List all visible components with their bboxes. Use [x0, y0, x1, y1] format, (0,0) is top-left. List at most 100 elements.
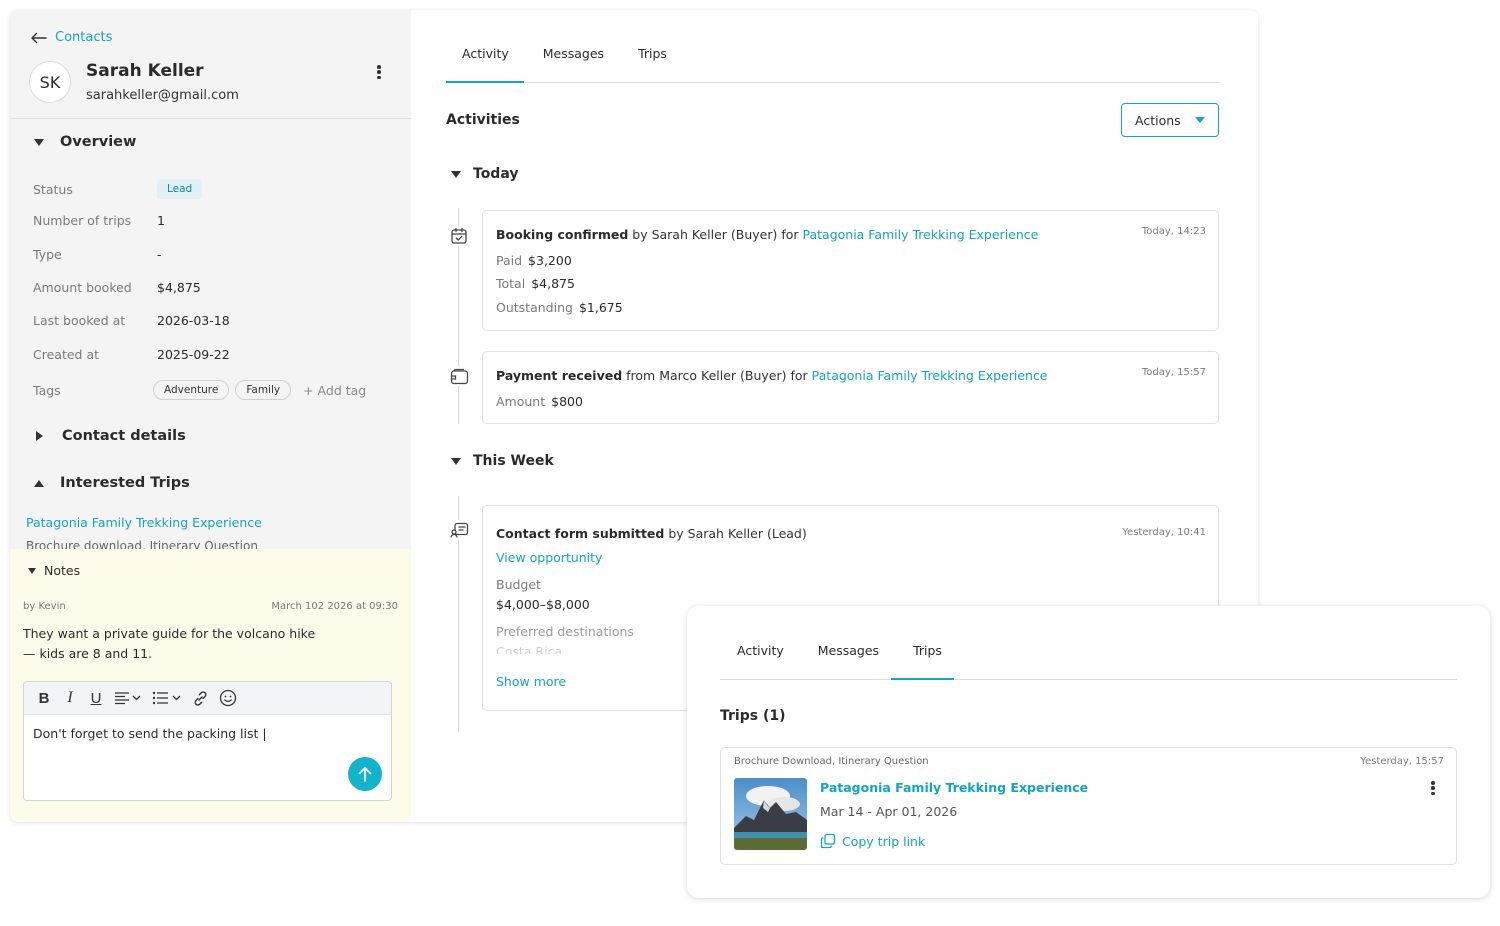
caret-right-icon	[36, 431, 43, 441]
emoji-icon	[219, 689, 237, 707]
tab-activity[interactable]: Activity	[737, 643, 784, 658]
activity-tabs: Activity Messages Trips	[462, 46, 667, 61]
trip-name-link[interactable]: Patagonia Family Trekking Experience	[820, 780, 1088, 795]
activity-trip-link[interactable]: Patagonia Family Trekking Experience	[803, 227, 1039, 242]
caret-down-icon	[28, 567, 36, 574]
detail-paid: Paid $3,200	[496, 253, 572, 268]
detail-value: $3,200	[528, 253, 572, 268]
link-icon	[194, 690, 207, 706]
underline-button[interactable]: U	[88, 690, 104, 707]
align-left-icon	[115, 692, 141, 705]
trip-time: Yesterday, 15:57	[1360, 756, 1444, 767]
activity-actor: from Marco Keller (Buyer) for	[626, 368, 808, 383]
list-dropdown[interactable]	[152, 691, 182, 705]
group-this-week-toggle[interactable]: This Week	[451, 453, 554, 469]
detail-outstanding: Outstanding $1,675	[496, 300, 623, 315]
contact-details-title: Contact details	[62, 428, 186, 444]
status-label: Status	[33, 181, 73, 197]
group-today-title: Today	[473, 166, 519, 182]
notes-toggle[interactable]: Notes	[28, 563, 80, 578]
last-booked-label: Last booked at	[33, 313, 126, 328]
tab-activity[interactable]: Activity	[462, 46, 509, 61]
contact-sidebar: Contacts SK Sarah Keller sarahkeller@gma…	[10, 10, 411, 822]
trip-menu-icon[interactable]	[1425, 778, 1441, 798]
note-editor[interactable]: B I U Don't forget to send the packing l…	[23, 681, 392, 801]
activity-type: Booking confirmed	[496, 227, 629, 242]
copy-trip-link-button[interactable]: Copy trip link	[820, 833, 925, 849]
tab-messages[interactable]: Messages	[818, 643, 879, 658]
activities-title: Activities	[446, 112, 520, 128]
tab-trips[interactable]: Trips	[913, 643, 942, 658]
bullet-list-icon	[152, 691, 181, 705]
destinations-value: Costa Rica	[496, 644, 563, 654]
trips-count-label: Number of trips	[33, 213, 132, 228]
activity-trip-link[interactable]: Patagonia Family Trekking Experience	[812, 368, 1048, 383]
contact-details-toggle[interactable]: Contact details	[34, 428, 186, 444]
status-badge: Lead	[157, 179, 203, 199]
arrow-up-icon	[358, 767, 372, 782]
overview-row-created: Created at 2025-09-22	[33, 347, 393, 362]
activity-time: Yesterday, 10:41	[1122, 527, 1206, 538]
emoji-button[interactable]	[219, 689, 237, 707]
type-value: -	[157, 247, 162, 262]
note-text: They want a private guide for the volcan…	[23, 626, 316, 661]
back-label: Contacts	[55, 30, 113, 45]
trips-panel: Activity Messages Trips Trips (1) Brochu…	[687, 606, 1490, 898]
trips-title: Trips (1)	[720, 708, 786, 724]
group-this-week-title: This Week	[473, 453, 554, 469]
trip-dates: Mar 14 - Apr 01, 2026	[820, 804, 958, 819]
actions-dropdown[interactable]: Actions	[1121, 103, 1219, 137]
activity-actor: by Sarah Keller (Lead)	[668, 526, 807, 541]
caret-down-icon	[34, 138, 44, 146]
last-booked-value: 2026-03-18	[157, 313, 230, 328]
trip-thumbnail	[734, 778, 807, 850]
align-dropdown[interactable]	[114, 691, 142, 705]
back-to-contacts-link[interactable]: Contacts	[30, 30, 112, 45]
active-tab-indicator	[891, 678, 954, 680]
activity-card-booking: Booking confirmed by Sarah Keller (Buyer…	[482, 210, 1219, 331]
arrow-left-icon	[31, 32, 47, 43]
overview-row-amount: Amount booked $4,875	[33, 280, 393, 295]
send-note-button[interactable]	[348, 757, 382, 791]
note-date: March 102 2026 at 09:30	[271, 601, 398, 612]
italic-button[interactable]: I	[62, 689, 78, 707]
tags-label: Tags	[33, 382, 61, 398]
group-today-toggle[interactable]: Today	[451, 166, 518, 182]
activity-summary: Payment received from Marco Keller (Buye…	[496, 368, 1048, 383]
show-more-link[interactable]: Show more	[496, 674, 566, 689]
tab-messages[interactable]: Messages	[543, 46, 604, 61]
activity-time: Today, 14:23	[1141, 226, 1206, 237]
detail-label: Amount	[496, 394, 546, 409]
activity-card-payment: Payment received from Marco Keller (Buye…	[482, 351, 1219, 424]
tabs-divider	[720, 679, 1457, 680]
add-tag-button[interactable]: + Add tag	[303, 383, 366, 398]
actions-label: Actions	[1135, 112, 1181, 128]
contact-name: Sarah Keller	[86, 61, 204, 81]
budget-value: $4,000–$8,000	[496, 597, 590, 612]
tab-trips[interactable]: Trips	[638, 46, 667, 61]
interested-trip-link[interactable]: Patagonia Family Trekking Experience	[26, 515, 262, 530]
interested-trips-title: Interested Trips	[60, 475, 190, 491]
view-opportunity-link[interactable]: View opportunity	[496, 550, 602, 565]
contact-menu-icon[interactable]	[371, 62, 387, 82]
detail-label: Paid	[496, 253, 523, 268]
bold-button[interactable]: B	[36, 690, 52, 707]
detail-value: $1,675	[578, 300, 623, 315]
created-label: Created at	[33, 347, 100, 362]
tag-chip[interactable]: Family	[235, 380, 292, 400]
note-draft-text[interactable]: Don't forget to send the packing list |	[33, 726, 267, 741]
activity-summary: Contact form submitted by Sarah Keller (…	[496, 526, 807, 541]
detail-amount: Amount $800	[496, 394, 583, 409]
note-author: by Kevin	[23, 601, 66, 612]
tag-chip[interactable]: Adventure	[153, 380, 230, 400]
activity-summary: Booking confirmed by Sarah Keller (Buyer…	[496, 227, 1038, 242]
detail-value: $800	[551, 394, 583, 409]
overview-toggle[interactable]: Overview	[34, 134, 136, 150]
caret-down-icon	[451, 170, 461, 178]
overview-row-trips: Number of trips 1	[33, 213, 393, 228]
activity-type: Payment received	[496, 368, 623, 383]
link-button[interactable]	[192, 690, 209, 707]
interested-trip-sources: Brochure download, Itinerary Question	[26, 539, 258, 549]
calendar-check-icon	[449, 226, 469, 246]
interested-trips-toggle[interactable]: Interested Trips	[34, 475, 190, 491]
